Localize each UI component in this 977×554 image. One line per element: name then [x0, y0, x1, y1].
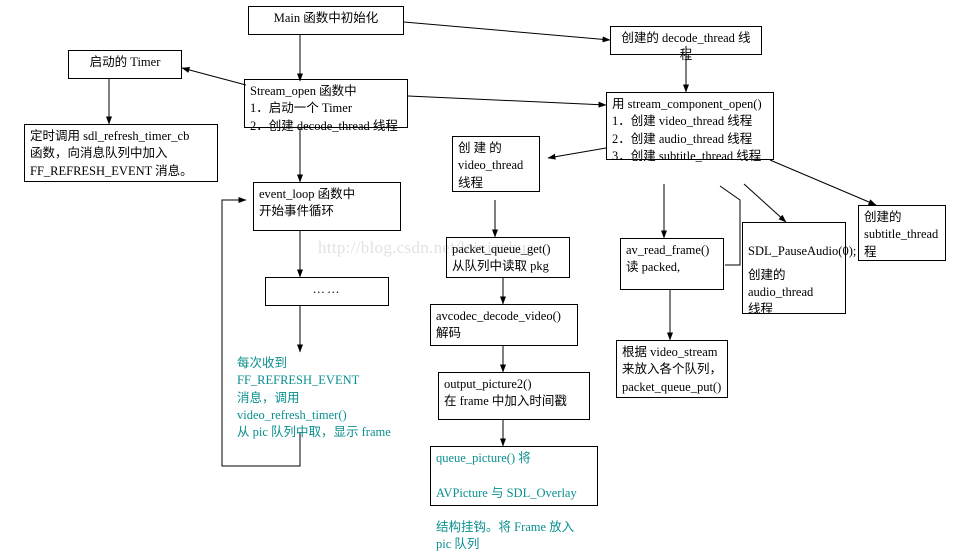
node-sdl-pause-audio: SDL_PauseAudio(0); [748, 244, 857, 259]
node-queue-picture: queue_picture() 将 AVPicture 与 SDL_Overla… [430, 446, 598, 551]
node-refresh-note: 每次收到 FF_REFRESH_EVENT 消息，调用 video_refres… [237, 356, 391, 439]
node-stream-component-open: 用 stream_component_open() 1．创建 video_thr… [606, 92, 774, 163]
node-subtitle-thread: 创建的 subtitle_thread 程 [858, 205, 946, 261]
node-packet-queue-get: packet_queue_get() 从队列中读取 pkg [446, 237, 570, 278]
node-start-timer: 启动的 Timer [68, 50, 182, 79]
node-avcodec-decode-video: avcodec_decode_video() 解码 [430, 304, 578, 346]
node-main-init: Main 函数中初始化 [248, 6, 404, 35]
node-sdl-refresh-timer-cb: 定时调用 sdl_refresh_timer_cb 函数，向消息队列中加入 FF… [24, 124, 218, 182]
node-output-picture2: output_picture2() 在 frame 中加入时间戳 [438, 372, 590, 420]
node-ellipsis: …… [265, 277, 389, 306]
node-video-stream-put: 根据 video_stream 来放入各个队列， packet_queue_pu… [616, 340, 728, 398]
node-decode-thread: 创建的 decode_thread 线程 [610, 26, 762, 62]
node-audio-thread: 创建的 audio_thread 线程 [748, 267, 814, 317]
node-stream-open: Stream_open 函数中 1．启动一个 Timer 2．创建 decode… [244, 79, 408, 133]
diagram-canvas: http://blog.csdn.net/leixiaohua Main 函数中… [0, 0, 977, 551]
node-av-read-frame: av_read_frame() 读 packed, [620, 238, 724, 290]
node-audio-thread-box: SDL_PauseAudio(0); 创建的 audio_thread 线程 [742, 222, 856, 316]
node-event-loop: event_loop 函数中 开始事件循环 [253, 182, 401, 231]
node-video-thread: 创 建 的 video_thread 线程 [452, 136, 540, 192]
